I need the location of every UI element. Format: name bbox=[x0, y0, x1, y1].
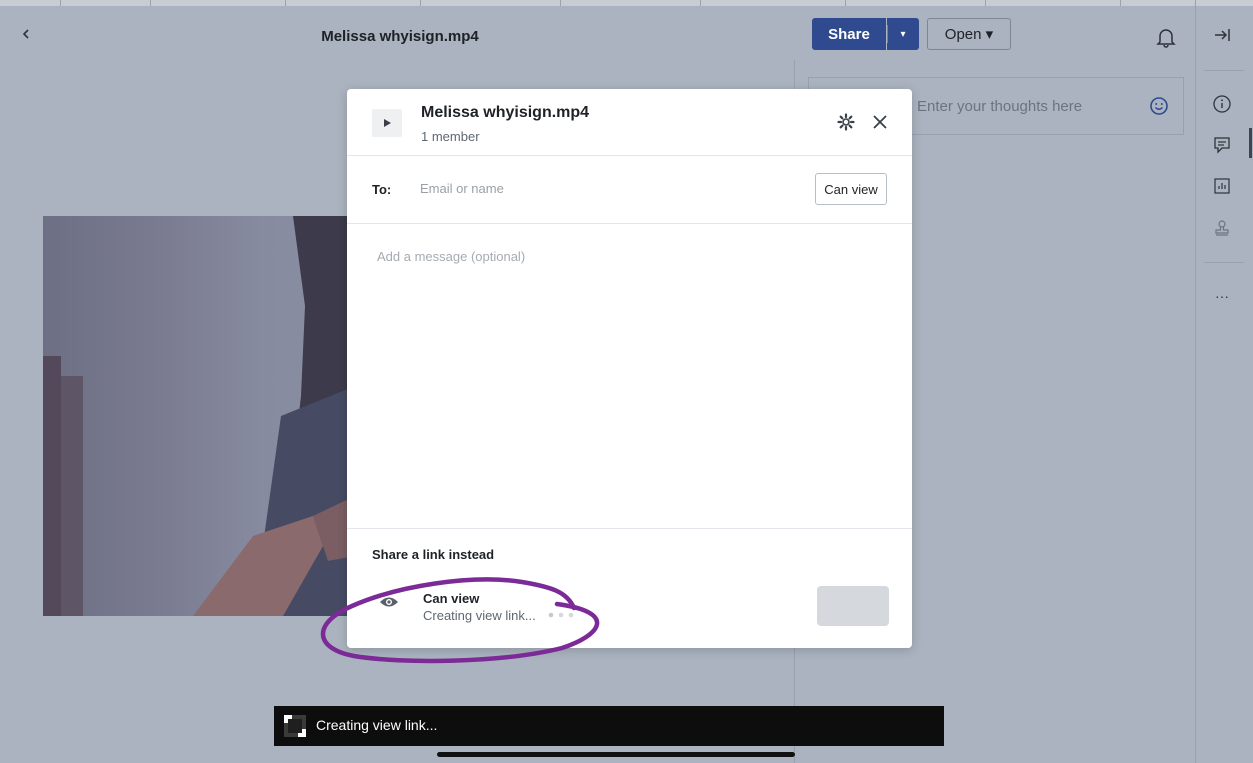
info-icon[interactable] bbox=[1212, 94, 1232, 114]
video-frame[interactable] bbox=[43, 216, 355, 616]
stamp-icon[interactable] bbox=[1212, 218, 1232, 238]
member-count: 1 member bbox=[421, 129, 480, 144]
share-options-button[interactable]: ▾ bbox=[887, 18, 919, 50]
rail-separator bbox=[1204, 262, 1244, 263]
message-input[interactable] bbox=[377, 249, 877, 509]
rail-divider bbox=[1195, 0, 1196, 763]
share-button[interactable]: Share bbox=[812, 18, 886, 50]
dialog-title: Melissa whyisign.mp4 bbox=[421, 104, 590, 121]
home-indicator[interactable] bbox=[437, 752, 795, 757]
more-icon[interactable]: ··· bbox=[1212, 288, 1232, 308]
dialog-divider bbox=[347, 155, 912, 156]
permission-dropdown[interactable]: Can view bbox=[815, 173, 887, 205]
caret-down-icon: ▾ bbox=[900, 28, 906, 40]
close-icon[interactable] bbox=[872, 114, 888, 130]
back-chevron-icon[interactable] bbox=[18, 24, 32, 44]
toast-notification: Creating view link... bbox=[274, 706, 944, 746]
top-strip bbox=[0, 0, 1253, 6]
recipient-input[interactable] bbox=[420, 181, 720, 196]
emoji-icon[interactable] bbox=[1149, 96, 1169, 116]
copy-link-button[interactable] bbox=[817, 586, 889, 626]
active-tab-indicator bbox=[1249, 128, 1252, 158]
open-button[interactable]: Open ▾ bbox=[927, 18, 1011, 50]
stats-icon[interactable] bbox=[1212, 176, 1232, 196]
loading-icon bbox=[284, 715, 306, 737]
collapse-panel-icon[interactable] bbox=[1212, 25, 1232, 45]
annotation-circle bbox=[320, 577, 600, 664]
play-icon bbox=[372, 109, 402, 137]
toast-text: Creating view link... bbox=[316, 717, 438, 733]
file-title: Melissa whyisign.mp4 bbox=[321, 28, 479, 45]
dialog-divider bbox=[347, 223, 912, 224]
comment-icon[interactable] bbox=[1212, 135, 1232, 155]
video-content bbox=[43, 216, 355, 616]
gear-icon[interactable] bbox=[837, 113, 855, 131]
bell-icon[interactable] bbox=[1156, 26, 1176, 48]
dialog-divider bbox=[347, 528, 912, 529]
comment-placeholder: Enter your thoughts here bbox=[917, 98, 1083, 115]
to-label: To: bbox=[372, 182, 392, 197]
rail-separator bbox=[1204, 70, 1244, 71]
